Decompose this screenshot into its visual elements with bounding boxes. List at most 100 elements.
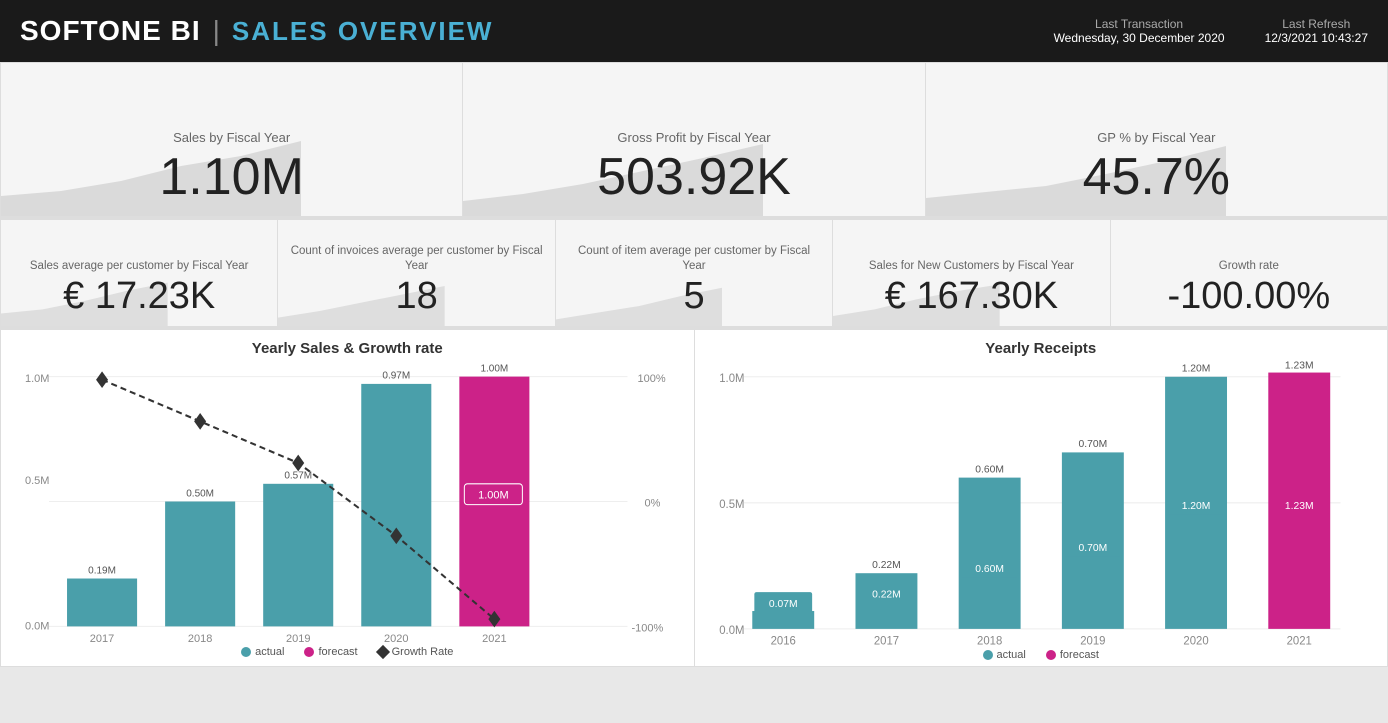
legend-growth: Growth Rate (378, 646, 454, 658)
svg-text:0.60M: 0.60M (975, 564, 1004, 575)
kpi-invoice-avg: Count of invoices average per customer b… (278, 219, 555, 327)
svg-text:2021: 2021 (482, 633, 506, 642)
last-transaction-label: Last Transaction (1054, 17, 1225, 31)
legend-receipts-actual-label: actual (997, 649, 1026, 661)
svg-text:1.0M: 1.0M (25, 373, 49, 385)
svg-text:0.22M: 0.22M (872, 560, 901, 571)
bar-2019-actual (263, 484, 333, 627)
diamond-2019 (292, 455, 304, 472)
svg-text:0.97M: 0.97M (382, 371, 410, 382)
kpi-growth-value: -100.00% (1167, 276, 1330, 318)
svg-text:100%: 100% (637, 373, 665, 385)
svg-text:2016: 2016 (770, 636, 795, 645)
chart-sales-area: 1.0M 0.5M 0.0M 100% 0% -100% 0.19M 2017 … (17, 361, 678, 642)
svg-text:2017: 2017 (873, 636, 898, 645)
svg-text:1.00M: 1.00M (480, 363, 508, 374)
kpi-item-value: 5 (683, 276, 704, 318)
kpi-new-cust-value: € 167.30K (885, 276, 1058, 318)
kpi-sales-value: 1.10M (159, 149, 304, 206)
brand-name: SOFTONE BI (20, 15, 201, 47)
svg-text:2020: 2020 (1183, 636, 1208, 645)
header-divider: | (213, 15, 220, 47)
svg-text:1.23M: 1.23M (1284, 501, 1313, 512)
kpi-sales-fiscal: Sales by Fiscal Year 1.10M (0, 62, 463, 217)
last-refresh-value: 12/3/2021 10:43:27 (1265, 31, 1368, 45)
legend-receipts-forecast-label: forecast (1060, 649, 1099, 661)
kpi-gp-label: Gross Profit by Fiscal Year (617, 130, 770, 145)
kpi-growth-rate: Growth rate -100.00% (1111, 219, 1388, 327)
bar-2017-actual (67, 579, 137, 627)
header-meta: Last Transaction Wednesday, 30 December … (1054, 17, 1368, 45)
last-transaction-value: Wednesday, 30 December 2020 (1054, 31, 1225, 45)
svg-text:2019: 2019 (286, 633, 310, 642)
svg-text:1.20M: 1.20M (1181, 501, 1210, 512)
charts-row: Yearly Sales & Growth rate 1.0M 0.5M 0.0… (0, 327, 1388, 667)
kpi-avg-per-customer: Sales average per customer by Fiscal Yea… (0, 219, 278, 327)
svg-text:0.60M: 0.60M (975, 464, 1004, 475)
kpi-avg-customer-value: € 17.23K (63, 276, 215, 318)
last-refresh-label: Last Refresh (1265, 17, 1368, 31)
kpi-gp-pct-fiscal: GP % by Fiscal Year 45.7% (926, 62, 1388, 217)
svg-text:1.20M: 1.20M (1181, 363, 1210, 374)
actual-dot (241, 647, 251, 657)
last-refresh-block: Last Refresh 12/3/2021 10:43:27 (1265, 17, 1368, 45)
svg-text:0.0M: 0.0M (25, 620, 49, 632)
receipts-actual-dot (983, 650, 993, 660)
chart-receipts-area: 1.0M 0.5M 0.0M 0.07M 0.07M 2016 0.22M 0.… (711, 361, 1372, 645)
legend-forecast: forecast (304, 646, 357, 658)
svg-text:0.5M: 0.5M (719, 499, 744, 511)
chart-yearly-receipts: Yearly Receipts 1.0M 0.5M 0.0M 0.07M 0.0… (695, 329, 1388, 667)
svg-text:-100%: -100% (631, 622, 663, 634)
chart-yearly-sales: Yearly Sales & Growth rate 1.0M 0.5M 0.0… (0, 329, 695, 667)
svg-text:0.5M: 0.5M (25, 475, 49, 487)
legend-forecast-label: forecast (318, 646, 357, 658)
kpi-new-cust-label: Sales for New Customers by Fiscal Year (869, 259, 1074, 274)
kpi-row-top: Sales by Fiscal Year 1.10M Gross Profit … (0, 62, 1388, 217)
bar-2018-actual (165, 502, 235, 627)
chart-receipts-title: Yearly Receipts (711, 340, 1372, 357)
kpi-growth-label: Growth rate (1219, 259, 1279, 274)
header: SOFTONE BI | SALES OVERVIEW Last Transac… (0, 0, 1388, 62)
bar-2016-actual (752, 611, 814, 629)
svg-text:0.0M: 0.0M (719, 625, 744, 637)
chart-receipts-svg: 1.0M 0.5M 0.0M 0.07M 0.07M 2016 0.22M 0.… (711, 361, 1372, 645)
kpi-sales-label: Sales by Fiscal Year (173, 130, 290, 145)
svg-text:2018: 2018 (977, 636, 1002, 645)
header-title: SOFTONE BI | SALES OVERVIEW (20, 15, 493, 47)
svg-text:0.57M: 0.57M (284, 470, 312, 481)
kpi-gp-value: 503.92K (597, 149, 791, 206)
growth-diamond (376, 645, 390, 659)
diamond-2018 (194, 413, 206, 430)
svg-text:1.23M: 1.23M (1284, 361, 1313, 371)
legend-receipts-actual: actual (983, 649, 1026, 661)
chart-sales-legend: actual forecast Growth Rate (17, 646, 678, 658)
svg-text:1.0M: 1.0M (719, 373, 744, 385)
diamond-2017 (96, 371, 108, 388)
svg-text:0.70M: 0.70M (1078, 543, 1107, 554)
receipts-forecast-dot (1046, 650, 1056, 660)
svg-text:2021: 2021 (1286, 636, 1311, 645)
last-transaction-block: Last Transaction Wednesday, 30 December … (1054, 17, 1225, 45)
kpi-gp-fiscal: Gross Profit by Fiscal Year 503.92K (463, 62, 925, 217)
svg-text:0.22M: 0.22M (872, 589, 901, 600)
chart-receipts-legend: actual forecast (711, 649, 1372, 661)
kpi-gp-pct-label: GP % by Fiscal Year (1097, 130, 1215, 145)
svg-text:0%: 0% (644, 498, 660, 510)
kpi-invoice-value: 18 (395, 276, 437, 318)
svg-text:0.19M: 0.19M (88, 565, 116, 576)
legend-receipts-forecast: forecast (1046, 649, 1099, 661)
bar-2018-actual (958, 478, 1020, 629)
page-title: SALES OVERVIEW (232, 16, 494, 47)
legend-actual: actual (241, 646, 284, 658)
kpi-item-avg: Count of item average per customer by Fi… (556, 219, 833, 327)
svg-text:2017: 2017 (90, 633, 114, 642)
legend-growth-label: Growth Rate (392, 646, 454, 658)
svg-text:0.07M: 0.07M (768, 599, 797, 610)
chart-sales-svg: 1.0M 0.5M 0.0M 100% 0% -100% 0.19M 2017 … (17, 361, 678, 642)
svg-text:1.00M: 1.00M (478, 489, 509, 501)
kpi-item-label: Count of item average per customer by Fi… (568, 244, 820, 274)
forecast-dot (304, 647, 314, 657)
svg-text:2019: 2019 (1080, 636, 1105, 645)
svg-text:2018: 2018 (188, 633, 212, 642)
kpi-invoice-label: Count of invoices average per customer b… (290, 244, 542, 274)
